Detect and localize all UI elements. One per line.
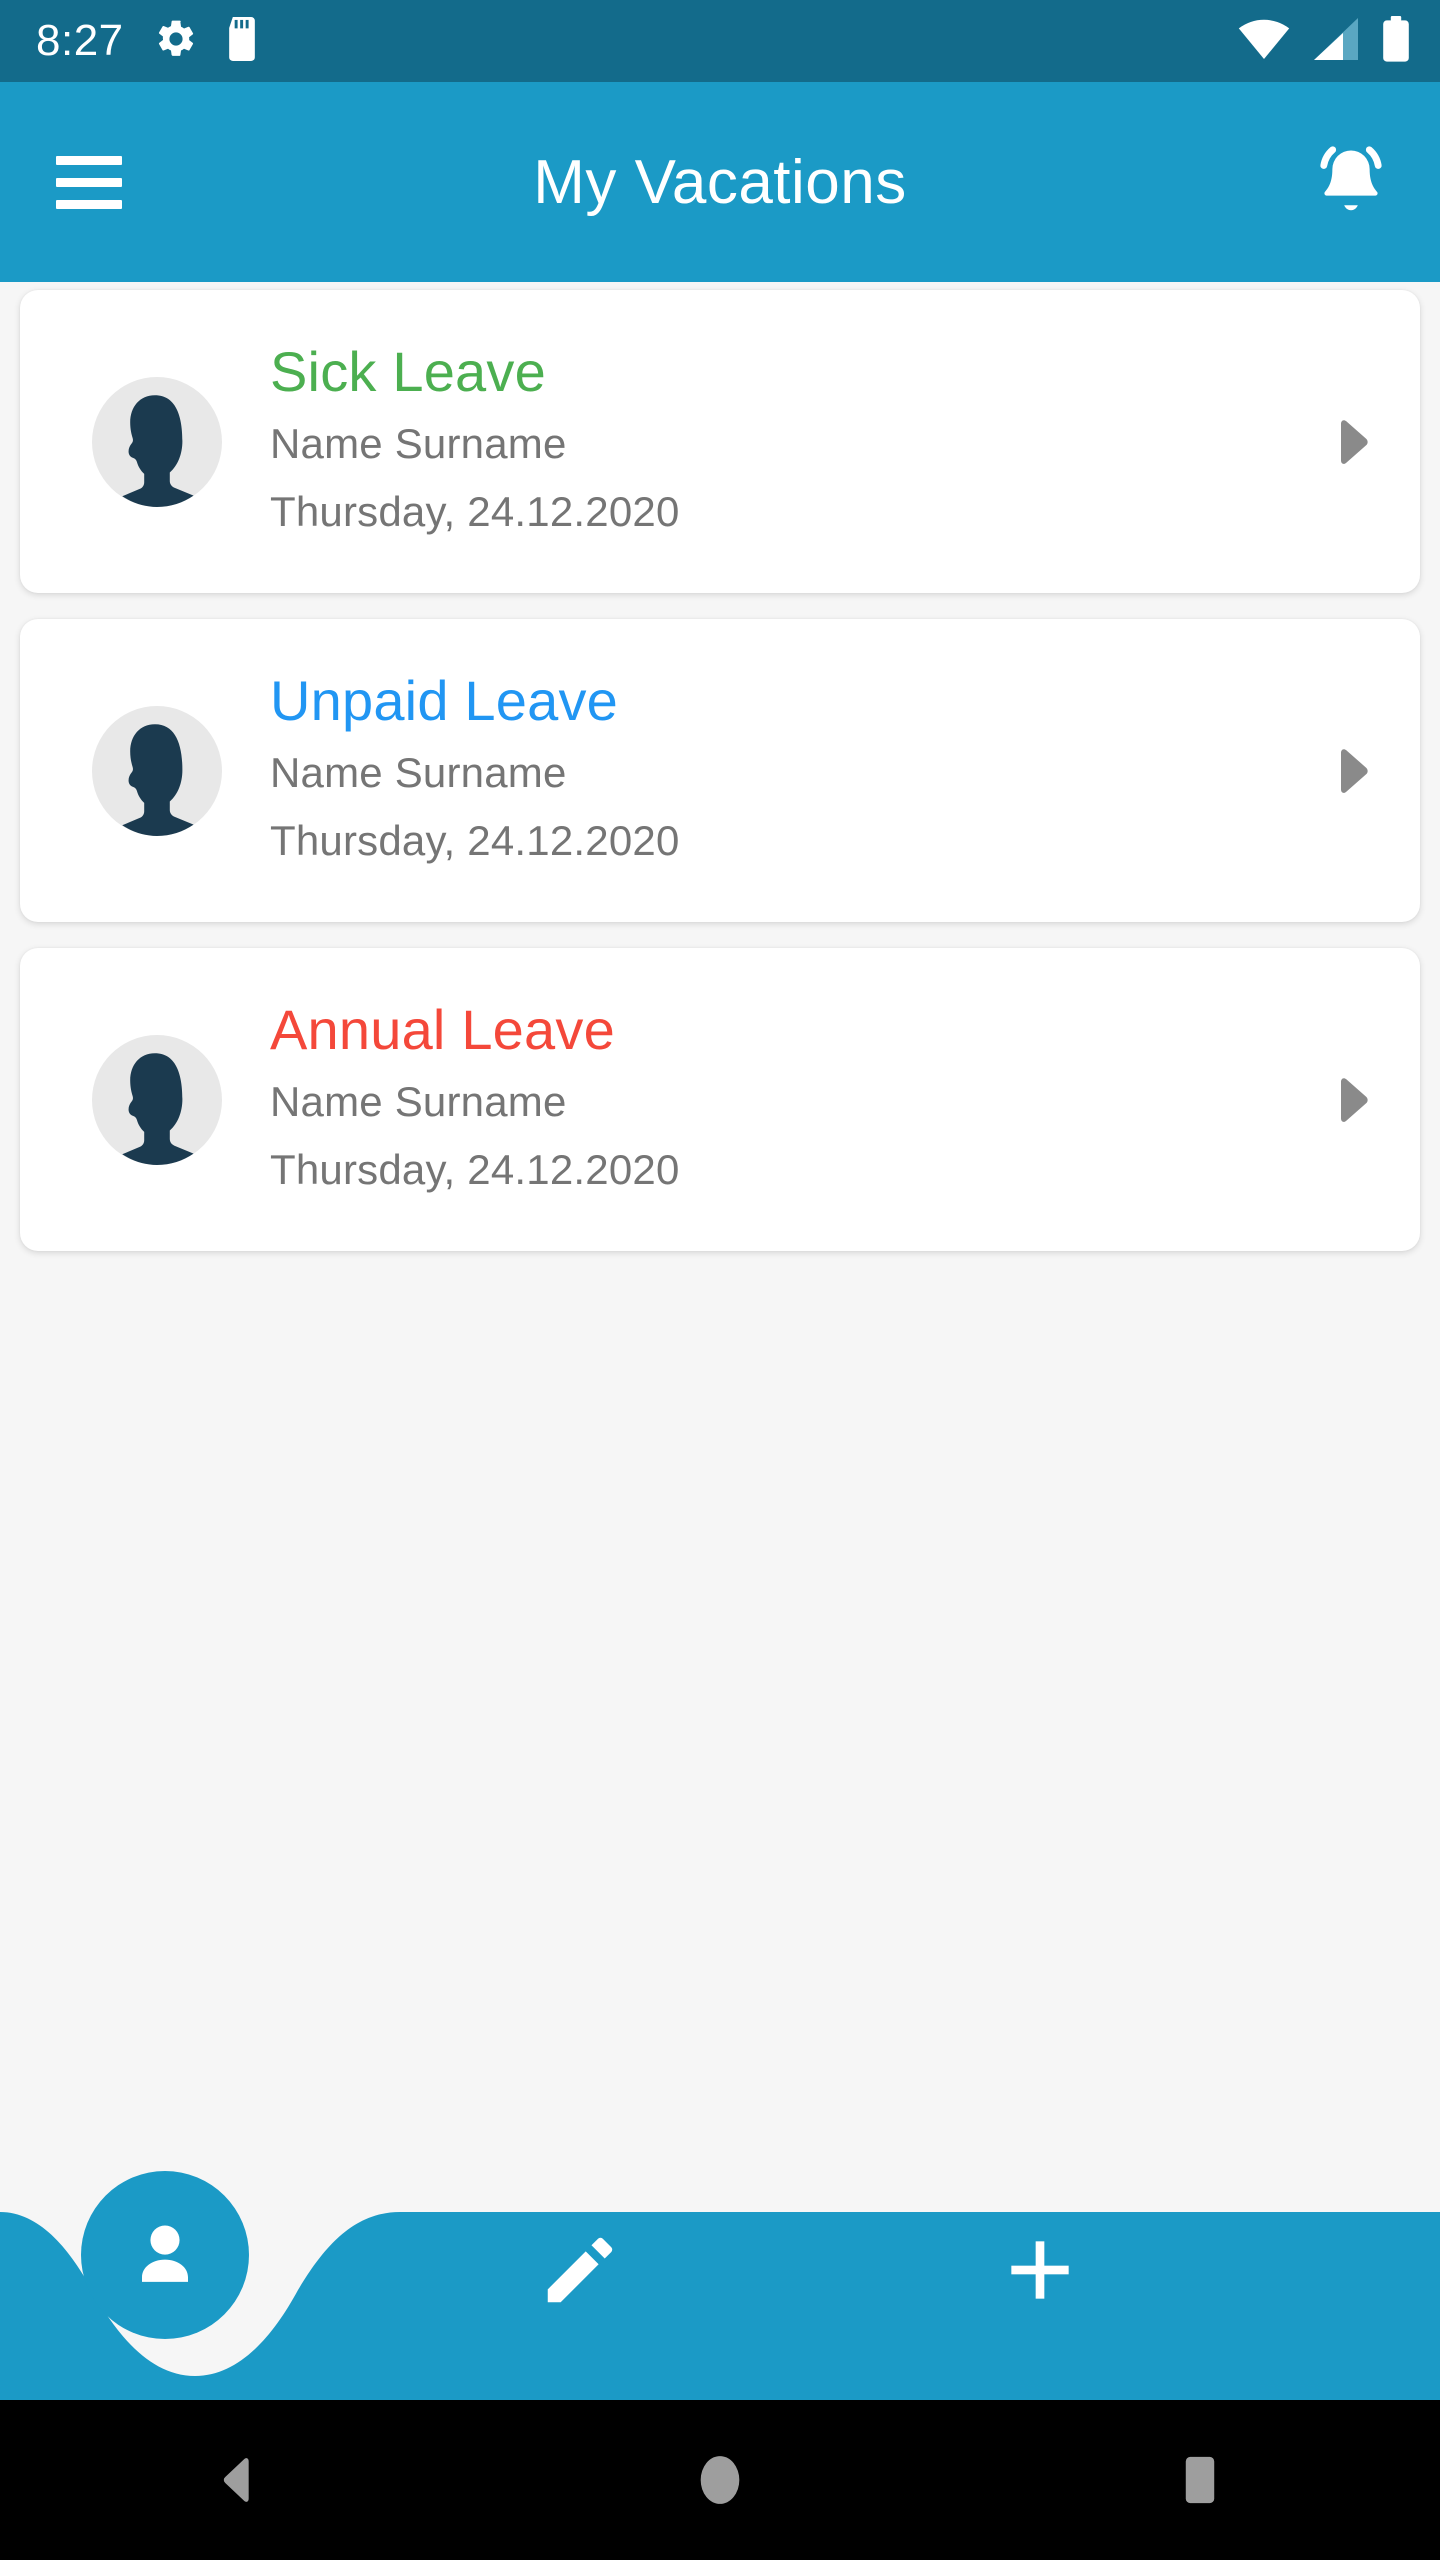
bottom-bar-actions: [0, 2140, 1440, 2400]
android-navigation-bar: [0, 2400, 1440, 2560]
person-avatar: [92, 376, 222, 507]
back-triangle-icon: [223, 2458, 249, 2502]
add-button[interactable]: [830, 2140, 1250, 2400]
menu-line: [56, 199, 122, 209]
list-item-name: Name Surname: [270, 749, 567, 797]
battery-icon: [1382, 15, 1410, 67]
person-avatar: [92, 705, 222, 836]
edit-button[interactable]: [330, 2140, 830, 2400]
person-avatar: [92, 1034, 222, 1165]
page-title: My Vacations: [533, 147, 907, 217]
list-item-date: Thursday, 24.12.2020: [270, 816, 680, 864]
chevron-right-icon[interactable]: [1330, 1077, 1376, 1123]
status-bar-right-icons: [1238, 15, 1410, 67]
chevron-right-icon[interactable]: [1330, 748, 1376, 794]
cellular-signal-icon: [1312, 17, 1360, 65]
back-button[interactable]: [0, 2400, 480, 2560]
hamburger-menu-icon[interactable]: [56, 143, 134, 221]
profile-fab-slot: [0, 2140, 330, 2400]
app-root: 8:27 My Vacations Sick Leave Name Surnam…: [0, 0, 1440, 2560]
list-item-body: Sick Leave Name Surname Thursday, 24.12.…: [270, 339, 1330, 543]
list-item-date: Thursday, 24.12.2020: [270, 487, 680, 535]
list-item-body: Unpaid Leave Name Surname Thursday, 24.1…: [270, 668, 1330, 872]
list-item-date: Thursday, 24.12.2020: [270, 1145, 680, 1193]
vacation-list: Sick Leave Name Surname Thursday, 24.12.…: [0, 282, 1440, 1277]
bottom-bar-filler: [1250, 2140, 1440, 2400]
list-item-name: Name Surname: [270, 420, 567, 468]
wifi-icon: [1238, 18, 1290, 65]
home-circle-icon: [700, 2456, 740, 2504]
status-clock: 8:27: [36, 16, 124, 65]
bottom-navigation-bar: [0, 2140, 1440, 2400]
settings-gear-icon: [154, 17, 198, 66]
recents-square-icon: [1185, 2456, 1215, 2504]
notifications-active-bell-icon[interactable]: [1306, 137, 1396, 227]
chevron-right-icon[interactable]: [1330, 419, 1376, 465]
list-item-title: Annual Leave: [270, 997, 615, 1061]
person-icon: [142, 2225, 188, 2282]
list-item[interactable]: Sick Leave Name Surname Thursday, 24.12.…: [20, 290, 1420, 593]
recents-button[interactable]: [960, 2400, 1440, 2560]
home-button[interactable]: [480, 2400, 960, 2560]
pencil-edit-icon: [547, 2237, 613, 2303]
menu-line: [56, 155, 122, 165]
status-bar-left-icons: [154, 16, 260, 66]
list-item-body: Annual Leave Name Surname Thursday, 24.1…: [270, 997, 1330, 1201]
plus-icon: [1011, 2241, 1069, 2299]
list-item[interactable]: Unpaid Leave Name Surname Thursday, 24.1…: [20, 619, 1420, 922]
list-item-name: Name Surname: [270, 1078, 567, 1126]
list-item-title: Sick Leave: [270, 339, 546, 403]
app-bar: My Vacations: [0, 82, 1440, 282]
list-item-title: Unpaid Leave: [270, 668, 618, 732]
profile-fab-button[interactable]: [81, 2171, 249, 2339]
sd-card-icon: [224, 16, 260, 66]
status-bar: 8:27: [0, 0, 1440, 82]
menu-line: [56, 177, 122, 187]
list-item[interactable]: Annual Leave Name Surname Thursday, 24.1…: [20, 948, 1420, 1251]
